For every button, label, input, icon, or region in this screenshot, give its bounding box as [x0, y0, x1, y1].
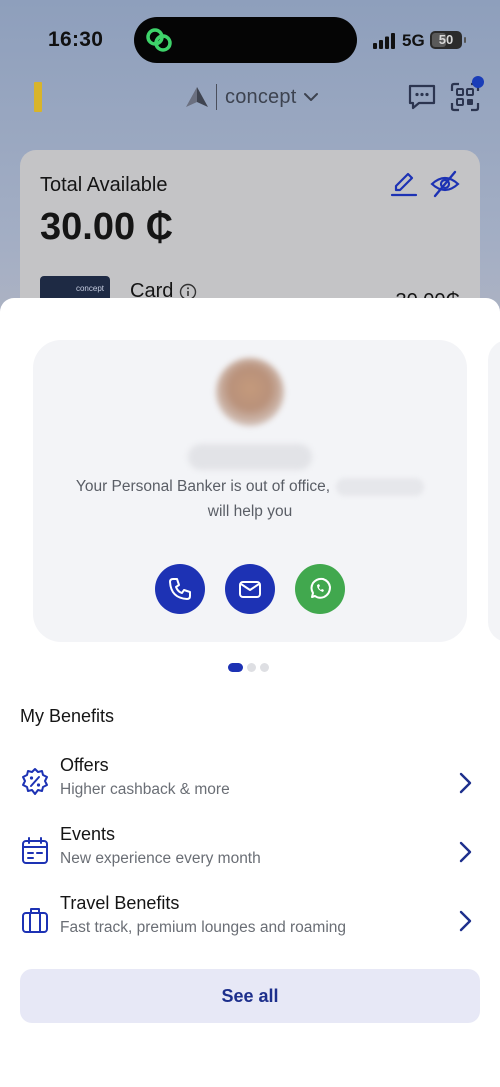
carousel-dot-active[interactable] [228, 663, 243, 672]
brand-name: concept [225, 85, 297, 108]
carousel-indicator [228, 663, 269, 672]
benefit-subtitle: New experience every month [60, 850, 261, 867]
luggage-icon [22, 908, 48, 933]
see-all-button[interactable]: See all [20, 969, 480, 1023]
personal-banker-card: Your Personal Banker is out of office, w… [33, 340, 467, 642]
banker-message-text-2: will help you [207, 503, 293, 520]
battery-percent: 50 [438, 32, 454, 47]
edit-icon[interactable] [390, 170, 418, 198]
tier-ribbon-icon [34, 82, 42, 112]
carousel-dot[interactable] [260, 663, 269, 672]
brand-divider [216, 84, 217, 110]
link-rings-icon [146, 28, 172, 52]
substitute-banker-redacted [336, 477, 425, 496]
mail-icon [239, 581, 261, 598]
status-time: 16:30 [48, 28, 104, 51]
phone-icon [169, 578, 191, 600]
chevron-down-icon [304, 93, 319, 101]
calendar-icon [22, 837, 48, 864]
bottom-sheet: Your Personal Banker is out of office, w… [0, 298, 500, 1087]
banker-name-redacted [188, 444, 312, 470]
email-button[interactable] [225, 564, 275, 614]
benefit-subtitle: Higher cashback & more [60, 781, 230, 798]
benefit-title: Events [60, 824, 116, 844]
chevron-right-icon [459, 772, 472, 794]
status-bar: 16:30 5G 50 [0, 0, 500, 80]
signal-icon [373, 33, 395, 49]
discount-badge-icon [22, 768, 48, 795]
benefit-item-travel[interactable]: Travel Benefits Fast track, premium loun… [0, 893, 500, 949]
banker-avatar [216, 358, 284, 426]
card-thumb-brand: concept [75, 284, 104, 293]
benefit-title: Travel Benefits [60, 893, 180, 913]
dynamic-island [134, 17, 357, 63]
brand-logo-icon [186, 87, 208, 107]
banker-message-text: Your Personal Banker is out of office, [75, 478, 331, 495]
banker-message: Your Personal Banker is out of office, w… [53, 474, 447, 524]
contact-buttons [33, 564, 467, 614]
whatsapp-button[interactable] [295, 564, 345, 614]
chat-icon[interactable] [406, 81, 438, 113]
network-label: 5G [402, 31, 425, 50]
total-available-amount: 30.00 ₵ [40, 206, 174, 248]
brand-selector[interactable]: concept [186, 84, 319, 110]
notification-dot [472, 76, 484, 88]
battery-icon: 50 [430, 31, 466, 49]
eye-off-icon[interactable] [430, 170, 460, 198]
benefits-heading: My Benefits [20, 706, 115, 726]
app-header: concept [0, 70, 500, 124]
carousel-dot[interactable] [247, 663, 256, 672]
chevron-right-icon [459, 841, 472, 863]
total-available-label: Total Available [40, 174, 168, 196]
next-carousel-card[interactable] [488, 340, 500, 642]
call-button[interactable] [155, 564, 205, 614]
whatsapp-icon [310, 577, 331, 599]
benefit-item-events[interactable]: Events New experience every month [0, 824, 500, 880]
benefit-subtitle: Fast track, premium lounges and roaming [60, 919, 347, 936]
benefit-title: Offers [60, 755, 109, 775]
chevron-right-icon [459, 910, 472, 932]
benefit-item-offers[interactable]: Offers Higher cashback & more [0, 755, 500, 811]
